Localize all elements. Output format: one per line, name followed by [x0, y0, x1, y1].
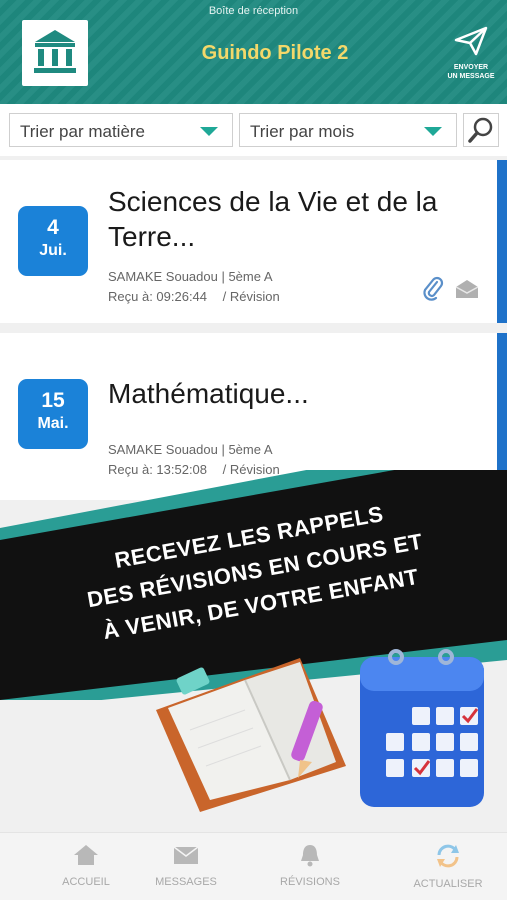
message-title-line2: Terre... [108, 221, 196, 252]
date-day: 4 [47, 216, 59, 239]
message-title-line1: Mathématique... [108, 378, 309, 409]
app-title: Guindo Pilote 2 [201, 42, 349, 64]
message-title: Sciences de la Vie et de la Terre... [108, 184, 488, 254]
message-card[interactable]: 15 Mai. Mathématique... SAMAKE Souadou |… [0, 333, 507, 500]
message-meta: SAMAKE Souadou | 5ème A Reçu à: 13:52:08… [108, 440, 280, 480]
nav-refresh[interactable]: ACTUALISER [398, 843, 498, 890]
book-illustration [156, 658, 346, 812]
subject-filter-select[interactable]: Trier par matière [9, 113, 233, 147]
message-received-time: Reçu à: 09:26:44 [108, 289, 208, 304]
month-filter-select[interactable]: Trier par mois [239, 113, 457, 147]
mail-icon [173, 846, 199, 864]
send-message-label: ENVOYER UN MESSAGE [441, 63, 501, 81]
message-title: Mathématique... [108, 376, 488, 411]
message-received-time: Reçu à: 13:52:08 [108, 462, 208, 477]
send-label-line1: ENVOYER [453, 64, 489, 71]
send-label-line2: UN MESSAGE [447, 73, 495, 80]
message-received-row: Reçu à: 13:52:08 / Révision [108, 460, 280, 480]
nav-revisions[interactable]: RÉVISIONS [260, 843, 360, 888]
school-logo [22, 20, 88, 86]
refresh-icon [437, 844, 459, 868]
promo-text: RECEVEZ LES RAPPELS DES RÉVISIONS EN COU… [25, 482, 486, 661]
chevron-down-icon [200, 127, 218, 136]
send-message-button[interactable]: ENVOYER UN MESSAGE [441, 26, 501, 81]
nav-messages[interactable]: MESSAGES [136, 843, 236, 888]
nav-revisions-label: RÉVISIONS [280, 876, 340, 888]
chevron-down-icon [424, 127, 442, 136]
month-filter-label: Trier par mois [250, 122, 355, 141]
date-month: Mai. [37, 415, 69, 432]
message-type: / Révision [222, 462, 280, 477]
date-badge: 4 Jui. [18, 206, 88, 276]
paper-plane-icon [454, 26, 488, 56]
search-icon [468, 117, 493, 143]
card-accent-bar [497, 160, 507, 323]
message-type: / Révision [222, 289, 280, 304]
bell-icon [301, 845, 319, 867]
message-received-row: Reçu à: 09:26:44 / Révision [108, 287, 280, 307]
envelope-icon[interactable] [454, 278, 480, 300]
bottom-nav: ACCUEIL MESSAGES RÉVISIONS ACTUALISER [0, 832, 507, 900]
nav-home-label: ACCUEIL [62, 876, 110, 888]
bank-logo-icon [34, 30, 76, 73]
message-meta: SAMAKE Souadou | 5ème A Reçu à: 09:26:44… [108, 267, 280, 307]
search-button[interactable] [463, 113, 499, 147]
calendar-illustration [360, 649, 484, 807]
subject-filter-label: Trier par matière [20, 122, 146, 141]
nav-refresh-label: ACTUALISER [413, 878, 483, 890]
date-day: 15 [41, 389, 65, 412]
paperclip-icon[interactable] [422, 276, 444, 302]
date-badge: 15 Mai. [18, 379, 88, 449]
nav-home[interactable]: ACCUEIL [36, 843, 136, 888]
message-sender: SAMAKE Souadou | 5ème A [108, 442, 273, 457]
screen-title: Boîte de réception [208, 5, 299, 17]
message-title-line1: Sciences de la Vie et de la [108, 186, 438, 217]
nav-messages-label: MESSAGES [155, 876, 217, 888]
message-card[interactable]: 4 Jui. Sciences de la Vie et de la Terre… [0, 160, 507, 323]
message-sender: SAMAKE Souadou | 5ème A [108, 269, 273, 284]
app-header: Boîte de réception Guindo Pilote 2 ENVOY… [0, 0, 507, 104]
date-month: Jui. [39, 242, 67, 259]
card-accent-bar [497, 333, 507, 500]
filter-bar: Trier par matière Trier par mois [0, 104, 507, 156]
home-icon [74, 845, 98, 865]
